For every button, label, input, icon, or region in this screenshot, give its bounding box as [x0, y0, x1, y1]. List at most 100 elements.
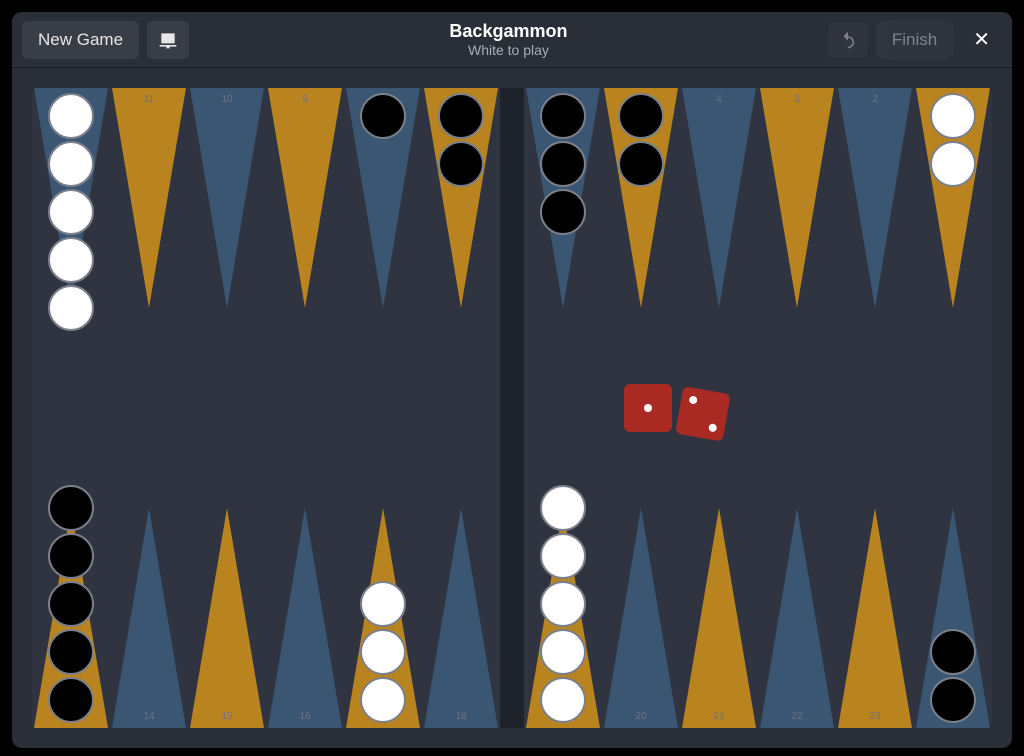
- black-checker[interactable]: [930, 677, 976, 723]
- point-triangle: [190, 508, 264, 728]
- board-left-half: 121110987 131415161718: [32, 88, 500, 728]
- checker-stack: [344, 92, 422, 140]
- checker-stack: [32, 92, 110, 332]
- black-checker[interactable]: [618, 141, 664, 187]
- window-subtitle: White to play: [197, 42, 820, 58]
- white-checker[interactable]: [540, 629, 586, 675]
- black-checker[interactable]: [48, 677, 94, 723]
- point-22[interactable]: 22: [758, 408, 836, 728]
- point-11[interactable]: 11: [110, 88, 188, 408]
- computer-icon: [158, 30, 178, 50]
- white-checker[interactable]: [930, 141, 976, 187]
- finish-button[interactable]: Finish: [876, 21, 953, 59]
- point-9[interactable]: 9: [266, 88, 344, 408]
- dice-area[interactable]: [624, 384, 728, 432]
- white-checker[interactable]: [540, 677, 586, 723]
- white-checker[interactable]: [48, 189, 94, 235]
- point-triangle: [112, 508, 186, 728]
- point-19[interactable]: 19: [524, 408, 602, 728]
- point-14[interactable]: 14: [110, 408, 188, 728]
- point-triangle: [112, 88, 186, 308]
- die-1[interactable]: [624, 384, 672, 432]
- point-6[interactable]: 6: [524, 88, 602, 408]
- checker-stack: [914, 628, 992, 724]
- checker-stack: [32, 484, 110, 724]
- white-checker[interactable]: [48, 237, 94, 283]
- board-bar: [500, 88, 524, 728]
- home-top-row: 654321: [524, 88, 992, 408]
- checker-stack: [524, 484, 602, 724]
- board-right-half: 654321 192021222324: [524, 88, 992, 728]
- black-checker[interactable]: [48, 581, 94, 627]
- die-pip: [708, 423, 717, 432]
- checker-stack: [524, 92, 602, 236]
- black-checker[interactable]: [438, 141, 484, 187]
- white-checker[interactable]: [360, 581, 406, 627]
- point-21[interactable]: 21: [680, 408, 758, 728]
- point-24[interactable]: 24: [914, 408, 992, 728]
- die-pip: [644, 404, 652, 412]
- point-triangle: [424, 508, 498, 728]
- black-checker[interactable]: [48, 485, 94, 531]
- white-checker[interactable]: [48, 93, 94, 139]
- point-triangle: [760, 508, 834, 728]
- title-block: Backgammon White to play: [197, 21, 820, 59]
- point-2[interactable]: 2: [836, 88, 914, 408]
- black-checker[interactable]: [540, 189, 586, 235]
- black-checker[interactable]: [48, 533, 94, 579]
- home-bottom-row: 192021222324: [524, 408, 992, 728]
- point-3[interactable]: 3: [758, 88, 836, 408]
- point-23[interactable]: 23: [836, 408, 914, 728]
- ai-player-button[interactable]: [147, 21, 189, 59]
- point-17[interactable]: 17: [344, 408, 422, 728]
- titlebar: New Game Backgammon White to play Finish…: [12, 12, 1012, 68]
- close-icon: ✕: [973, 29, 990, 51]
- point-5[interactable]: 5: [602, 88, 680, 408]
- black-checker[interactable]: [540, 93, 586, 139]
- point-triangle: [190, 88, 264, 308]
- point-10[interactable]: 10: [188, 88, 266, 408]
- point-7[interactable]: 7: [422, 88, 500, 408]
- point-triangle: [838, 508, 912, 728]
- black-checker[interactable]: [438, 93, 484, 139]
- app-window: New Game Backgammon White to play Finish…: [12, 12, 1012, 748]
- point-triangle: [268, 88, 342, 308]
- white-checker[interactable]: [540, 533, 586, 579]
- point-18[interactable]: 18: [422, 408, 500, 728]
- checker-stack: [914, 92, 992, 188]
- outer-top-row: 121110987: [32, 88, 500, 408]
- new-game-button[interactable]: New Game: [22, 21, 139, 59]
- window-title: Backgammon: [197, 21, 820, 42]
- checker-stack: [422, 92, 500, 188]
- white-checker[interactable]: [540, 485, 586, 531]
- point-16[interactable]: 16: [266, 408, 344, 728]
- checker-stack: [602, 92, 680, 188]
- point-8[interactable]: 8: [344, 88, 422, 408]
- point-triangle: [268, 508, 342, 728]
- black-checker[interactable]: [48, 629, 94, 675]
- board-container: 121110987 131415161718 654321 1920212223…: [12, 68, 1012, 748]
- point-20[interactable]: 20: [602, 408, 680, 728]
- point-4[interactable]: 4: [680, 88, 758, 408]
- black-checker[interactable]: [618, 93, 664, 139]
- close-button[interactable]: ✕: [961, 19, 1002, 60]
- checker-stack: [344, 580, 422, 724]
- point-15[interactable]: 15: [188, 408, 266, 728]
- white-checker[interactable]: [360, 677, 406, 723]
- point-13[interactable]: 13: [32, 408, 110, 728]
- point-1[interactable]: 1: [914, 88, 992, 408]
- white-checker[interactable]: [930, 93, 976, 139]
- white-checker[interactable]: [540, 581, 586, 627]
- die-2[interactable]: [675, 386, 731, 442]
- black-checker[interactable]: [930, 629, 976, 675]
- undo-button[interactable]: [828, 22, 868, 58]
- black-checker[interactable]: [360, 93, 406, 139]
- white-checker[interactable]: [360, 629, 406, 675]
- point-triangle: [682, 508, 756, 728]
- white-checker[interactable]: [48, 141, 94, 187]
- point-triangle: [760, 88, 834, 308]
- white-checker[interactable]: [48, 285, 94, 331]
- undo-icon: [839, 31, 857, 49]
- black-checker[interactable]: [540, 141, 586, 187]
- point-12[interactable]: 12: [32, 88, 110, 408]
